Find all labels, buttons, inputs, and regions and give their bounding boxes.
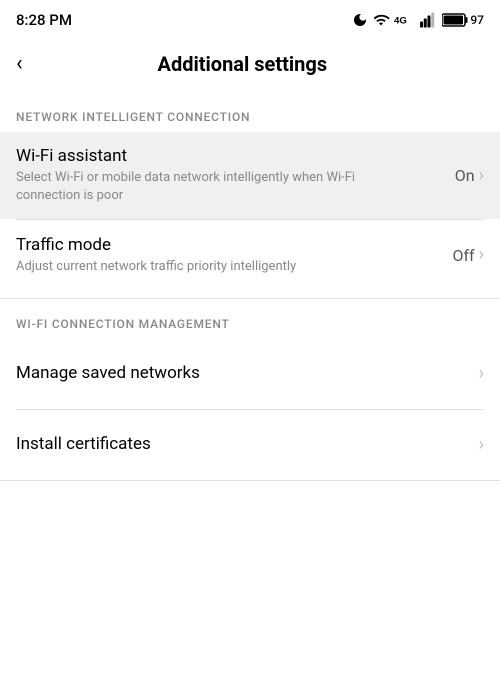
section-label-wifi-mgmt: WI-FI CONNECTION MANAGEMENT (0, 299, 500, 339)
setting-row-install-certs[interactable]: Install certificates › (0, 410, 500, 480)
manage-networks-title: Manage saved networks (16, 363, 471, 383)
wifi-icon (372, 12, 390, 28)
traffic-mode-title: Traffic mode (16, 235, 444, 255)
setting-row-traffic-mode[interactable]: Traffic mode Adjust current network traf… (0, 220, 500, 290)
section-network-intelligent: NETWORK INTELLIGENT CONNECTION Wi-Fi ass… (0, 92, 500, 290)
back-button[interactable]: ‹ (16, 53, 23, 75)
status-bar: 8:28 PM 4G 97 (0, 0, 500, 36)
divider-3 (0, 480, 500, 481)
traffic-mode-value: Off (452, 246, 474, 265)
section-wifi-management: WI-FI CONNECTION MANAGEMENT Manage saved… (0, 299, 500, 481)
wifi-assistant-title: Wi-Fi assistant (16, 146, 447, 166)
traffic-mode-right: Off › (452, 246, 484, 265)
page-title: Additional settings (35, 52, 450, 76)
wifi-assistant-chevron: › (479, 167, 484, 185)
signal-bars-icon (420, 12, 438, 28)
install-certs-chevron: › (479, 436, 484, 454)
battery-icon: 97 (442, 13, 484, 27)
status-time: 8:28 PM (16, 11, 72, 29)
status-icons: 4G 97 (352, 12, 484, 28)
signal-4g-icon: 4G (394, 12, 416, 28)
manage-networks-content: Manage saved networks (16, 363, 471, 386)
install-certs-right: › (479, 436, 484, 454)
manage-networks-chevron: › (479, 365, 484, 383)
traffic-mode-subtitle: Adjust current network traffic priority … (16, 258, 356, 276)
svg-text:4G: 4G (394, 15, 407, 26)
traffic-mode-content: Traffic mode Adjust current network traf… (16, 235, 444, 276)
section-label-network: NETWORK INTELLIGENT CONNECTION (0, 92, 500, 132)
traffic-mode-chevron: › (479, 246, 484, 264)
battery-level: 97 (470, 13, 484, 27)
wifi-assistant-subtitle: Select Wi-Fi or mobile data network inte… (16, 169, 356, 205)
setting-row-manage-networks[interactable]: Manage saved networks › (0, 339, 500, 409)
manage-networks-right: › (479, 365, 484, 383)
wifi-assistant-right: On › (455, 166, 484, 185)
wifi-assistant-content: Wi-Fi assistant Select Wi-Fi or mobile d… (16, 146, 447, 205)
install-certs-content: Install certificates (16, 434, 471, 457)
header: ‹ Additional settings (0, 36, 500, 92)
setting-row-wifi-assistant[interactable]: Wi-Fi assistant Select Wi-Fi or mobile d… (0, 132, 500, 219)
wifi-assistant-value: On (455, 166, 475, 185)
install-certs-title: Install certificates (16, 434, 471, 454)
dnd-icon (352, 12, 368, 28)
